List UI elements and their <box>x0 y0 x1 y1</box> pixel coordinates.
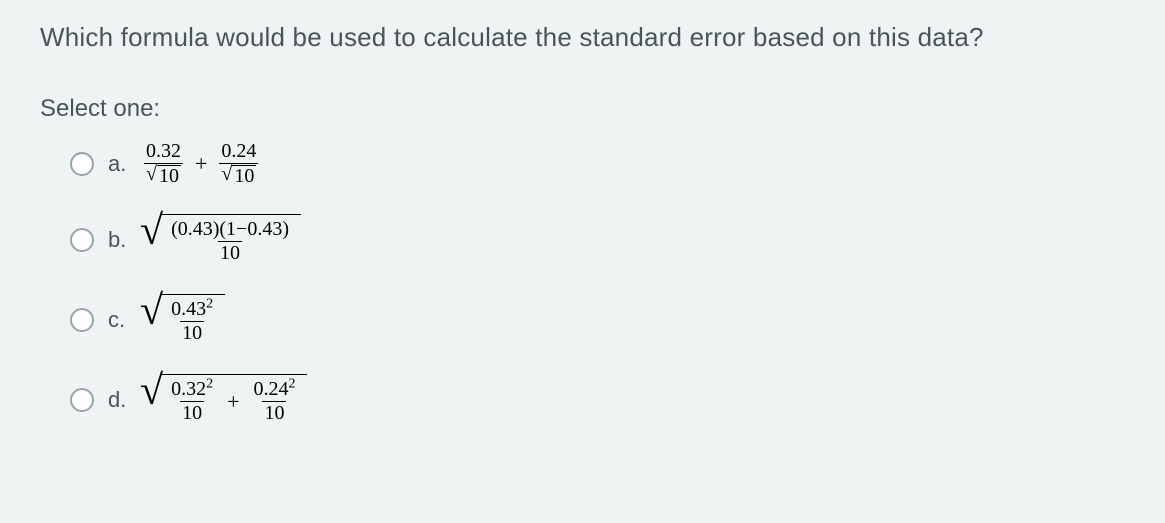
formula-b: √ (0.43)(1−0.43) 10 <box>140 214 301 266</box>
options-list: a. 0.32 √10 + 0.24 √10 b. <box>40 141 1125 426</box>
num: (0.43)(1−0.43) <box>169 219 291 241</box>
radio-a[interactable] <box>70 152 94 176</box>
plus-icon: + <box>195 151 207 177</box>
option-letter: b. <box>108 227 140 253</box>
den: 10 <box>157 165 181 186</box>
option-letter: a. <box>108 151 140 177</box>
option-a[interactable]: a. 0.32 √10 + 0.24 √10 <box>70 141 1125 186</box>
option-d[interactable]: d. √ 0.322 10 + 0.242 10 <box>70 374 1125 426</box>
sqrt-icon: √ <box>140 380 163 432</box>
radio-d[interactable] <box>70 388 94 412</box>
formula-a: 0.32 √10 + 0.24 √10 <box>140 141 262 186</box>
option-c[interactable]: c. √ 0.432 10 <box>70 294 1125 346</box>
den: 10 <box>262 401 286 424</box>
radio-b[interactable] <box>70 228 94 252</box>
radio-c[interactable] <box>70 308 94 332</box>
num: 0.24 <box>219 141 258 163</box>
base: 0.43 <box>171 298 206 320</box>
plus-icon: + <box>227 389 239 415</box>
sqrt-icon: √ <box>140 300 163 352</box>
exp: 2 <box>288 376 295 391</box>
den: 10 <box>180 401 204 424</box>
question-text: Which formula would be used to calculate… <box>40 22 1125 53</box>
den: 10 <box>180 321 204 344</box>
option-letter: d. <box>108 387 140 413</box>
formula-c: √ 0.432 10 <box>140 294 225 346</box>
option-letter: c. <box>108 307 140 333</box>
exp: 2 <box>206 296 213 311</box>
formula-d: √ 0.322 10 + 0.242 10 <box>140 374 307 426</box>
base: 0.24 <box>253 378 288 400</box>
exp: 2 <box>206 376 213 391</box>
den: 10 <box>218 241 242 264</box>
option-b[interactable]: b. √ (0.43)(1−0.43) 10 <box>70 214 1125 266</box>
select-prompt: Select one: <box>40 95 1125 123</box>
sqrt-icon: √ <box>140 220 163 272</box>
base: 0.32 <box>171 378 206 400</box>
num: 0.32 <box>144 141 183 163</box>
den: 10 <box>232 165 256 186</box>
